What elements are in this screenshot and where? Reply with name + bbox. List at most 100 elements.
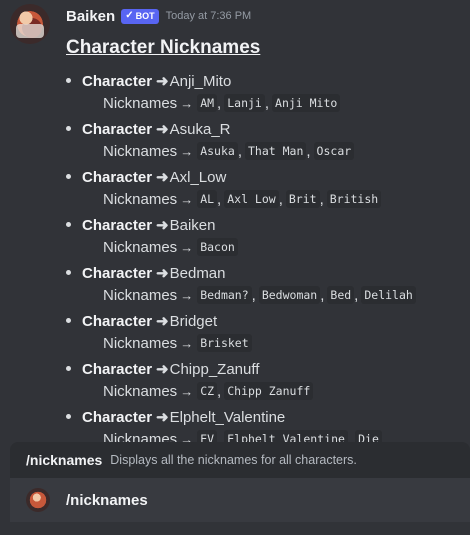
- embed-title: Character Nicknames: [66, 37, 261, 58]
- nickname-code: Asuka: [197, 142, 238, 160]
- arrow-right-icon: ➜: [156, 217, 169, 234]
- bot-tag: ✓ BOT: [121, 8, 159, 24]
- nickname-code: EV: [197, 430, 218, 442]
- list-item: Character ➜ Baiken Nicknames → Bacon: [66, 215, 466, 263]
- arrow-right-icon: ➜: [156, 121, 169, 138]
- list-item: Character ➜ Elphelt_Valentine Nicknames → EV,…: [66, 407, 466, 442]
- character-label: Character: [82, 408, 153, 426]
- nickname-code: Chipp Zanuff: [224, 382, 314, 400]
- bullet-icon: [66, 318, 71, 323]
- nicknames-label: Nicknames: [103, 286, 178, 304]
- separator: ,: [264, 94, 270, 112]
- bullet-icon: [66, 414, 71, 419]
- list-item: Character ➜ Bridget Nicknames → Brisket: [66, 311, 466, 359]
- separator: ,: [347, 430, 353, 443]
- list-item: Character ➜ Anji_Mito Nicknames → AM, Lanji, An…: [66, 71, 466, 119]
- input-value[interactable]: /nicknames: [66, 492, 148, 509]
- nickname-code: Axl Low: [224, 190, 279, 208]
- nicknames-line: Nicknames → Bedman?, Bedwoman, Bed, Delilah: [103, 285, 416, 305]
- nicknames-label: Nicknames: [103, 94, 178, 112]
- bullet-icon: [66, 78, 71, 83]
- nicknames-label: Nicknames: [103, 142, 178, 160]
- character-line: Character ➜ Bedman: [82, 263, 226, 283]
- arrow-right-icon: →: [180, 191, 194, 207]
- discord-chat: Baiken ✓ BOT Today at 7:36 PM Character …: [0, 0, 470, 535]
- character-label: Character: [82, 216, 153, 234]
- character-line: Character ➜ Baiken: [82, 215, 216, 235]
- separator: ,: [354, 286, 359, 304]
- character-name: Elphelt_Valentine: [169, 408, 286, 426]
- nicknames-line: Nicknames → Asuka, That Man, Oscar: [103, 141, 355, 161]
- bot-avatar-small: [26, 488, 50, 512]
- character-list: Character ➜ Anji_Mito Nicknames → AM, Lanji, An…: [66, 71, 466, 442]
- separator: ,: [217, 190, 222, 208]
- arrow-right-icon: →: [180, 287, 194, 303]
- nickname-code: Bacon: [197, 238, 238, 256]
- bot-message: Baiken ✓ BOT Today at 7:36 PM Character …: [0, 0, 470, 442]
- arrow-right-icon: ➜: [156, 169, 169, 186]
- arrow-right-icon: →: [180, 239, 194, 255]
- character-line: Character ➜ Bridget: [82, 311, 217, 331]
- character-name: Bedman: [169, 264, 226, 282]
- nickname-code: Brisket: [197, 334, 252, 352]
- separator: ,: [320, 286, 325, 304]
- command-description: Displays all the nicknames for all chara…: [110, 453, 357, 467]
- separator: ,: [306, 142, 311, 160]
- arrow-right-icon: ➜: [156, 409, 169, 426]
- arrow-right-icon: ➜: [156, 361, 169, 378]
- separator: ,: [217, 94, 222, 112]
- message-input[interactable]: /nicknames: [10, 478, 470, 522]
- arrow-right-icon: ➜: [156, 73, 169, 90]
- character-label: Character: [82, 168, 153, 186]
- nickname-code: Elphelt Valentine: [224, 430, 348, 442]
- bullet-icon: [66, 366, 71, 371]
- character-line: Character ➜ Asuka_R: [82, 119, 231, 139]
- nicknames-line: Nicknames → Bacon: [103, 237, 238, 257]
- bullet-icon: [66, 126, 71, 131]
- arrow-right-icon: ➜: [156, 313, 169, 330]
- arrow-right-icon: →: [180, 143, 194, 159]
- nickname-code: That Man: [244, 142, 307, 160]
- timestamp: Today at 7:36 PM: [165, 10, 252, 22]
- list-item: Character ➜ Chipp_Zanuff Nicknames → CZ, Chipp…: [66, 359, 466, 407]
- arrow-right-icon: →: [180, 383, 194, 399]
- character-label: Character: [82, 264, 153, 282]
- nicknames-line: Nicknames → CZ, Chipp Zanuff: [103, 381, 314, 401]
- nickname-code: Bedwoman: [258, 286, 321, 304]
- character-label: Character: [82, 360, 153, 378]
- nickname-code: AM: [197, 94, 218, 112]
- character-label: Character: [82, 312, 153, 330]
- nickname-code: Bedman?: [197, 286, 252, 304]
- character-line: Character ➜ Anji_Mito: [82, 71, 231, 91]
- list-item: Character ➜ Bedman Nicknames → Bedman?, Bedwom…: [66, 263, 466, 311]
- nickname-code: Anji Mito: [272, 94, 341, 112]
- nickname-code: Delilah: [361, 286, 416, 304]
- message-header: Baiken ✓ BOT Today at 7:36 PM: [66, 6, 251, 26]
- character-name: Chipp_Zanuff: [169, 360, 260, 378]
- bot-avatar[interactable]: [10, 4, 50, 44]
- list-item: Character ➜ Axl_Low Nicknames → AL, Axl Low, Br…: [66, 167, 466, 215]
- command-suggestion[interactable]: /nicknames Displays all the nicknames fo…: [10, 442, 470, 478]
- username[interactable]: Baiken: [66, 8, 115, 25]
- nickname-code: Bed: [327, 286, 355, 304]
- nicknames-line: Nicknames → AL, Axl Low, Brit, British: [103, 189, 382, 209]
- arrow-right-icon: →: [180, 431, 194, 443]
- nickname-code: British: [326, 190, 382, 208]
- command-name: /nicknames: [26, 452, 103, 468]
- character-name: Anji_Mito: [169, 72, 232, 90]
- nicknames-line: Nicknames → AM, Lanji, Anji Mito: [103, 93, 341, 113]
- character-line: Character ➜ Axl_Low: [82, 167, 226, 187]
- bullet-icon: [66, 270, 71, 275]
- character-label: Character: [82, 120, 153, 138]
- separator: ,: [251, 286, 256, 304]
- nicknames-line: Nicknames → Brisket: [103, 333, 252, 353]
- bullet-icon: [66, 222, 71, 227]
- character-line: Character ➜ Elphelt_Valentine: [82, 407, 285, 427]
- character-name: Baiken: [169, 216, 216, 234]
- character-name: Bridget: [169, 312, 218, 330]
- separator: ,: [278, 190, 283, 208]
- nicknames-label: Nicknames: [103, 190, 178, 208]
- nickname-code: AL: [197, 190, 218, 208]
- nickname-code: Lanji: [224, 94, 265, 112]
- character-line: Character ➜ Chipp_Zanuff: [82, 359, 259, 379]
